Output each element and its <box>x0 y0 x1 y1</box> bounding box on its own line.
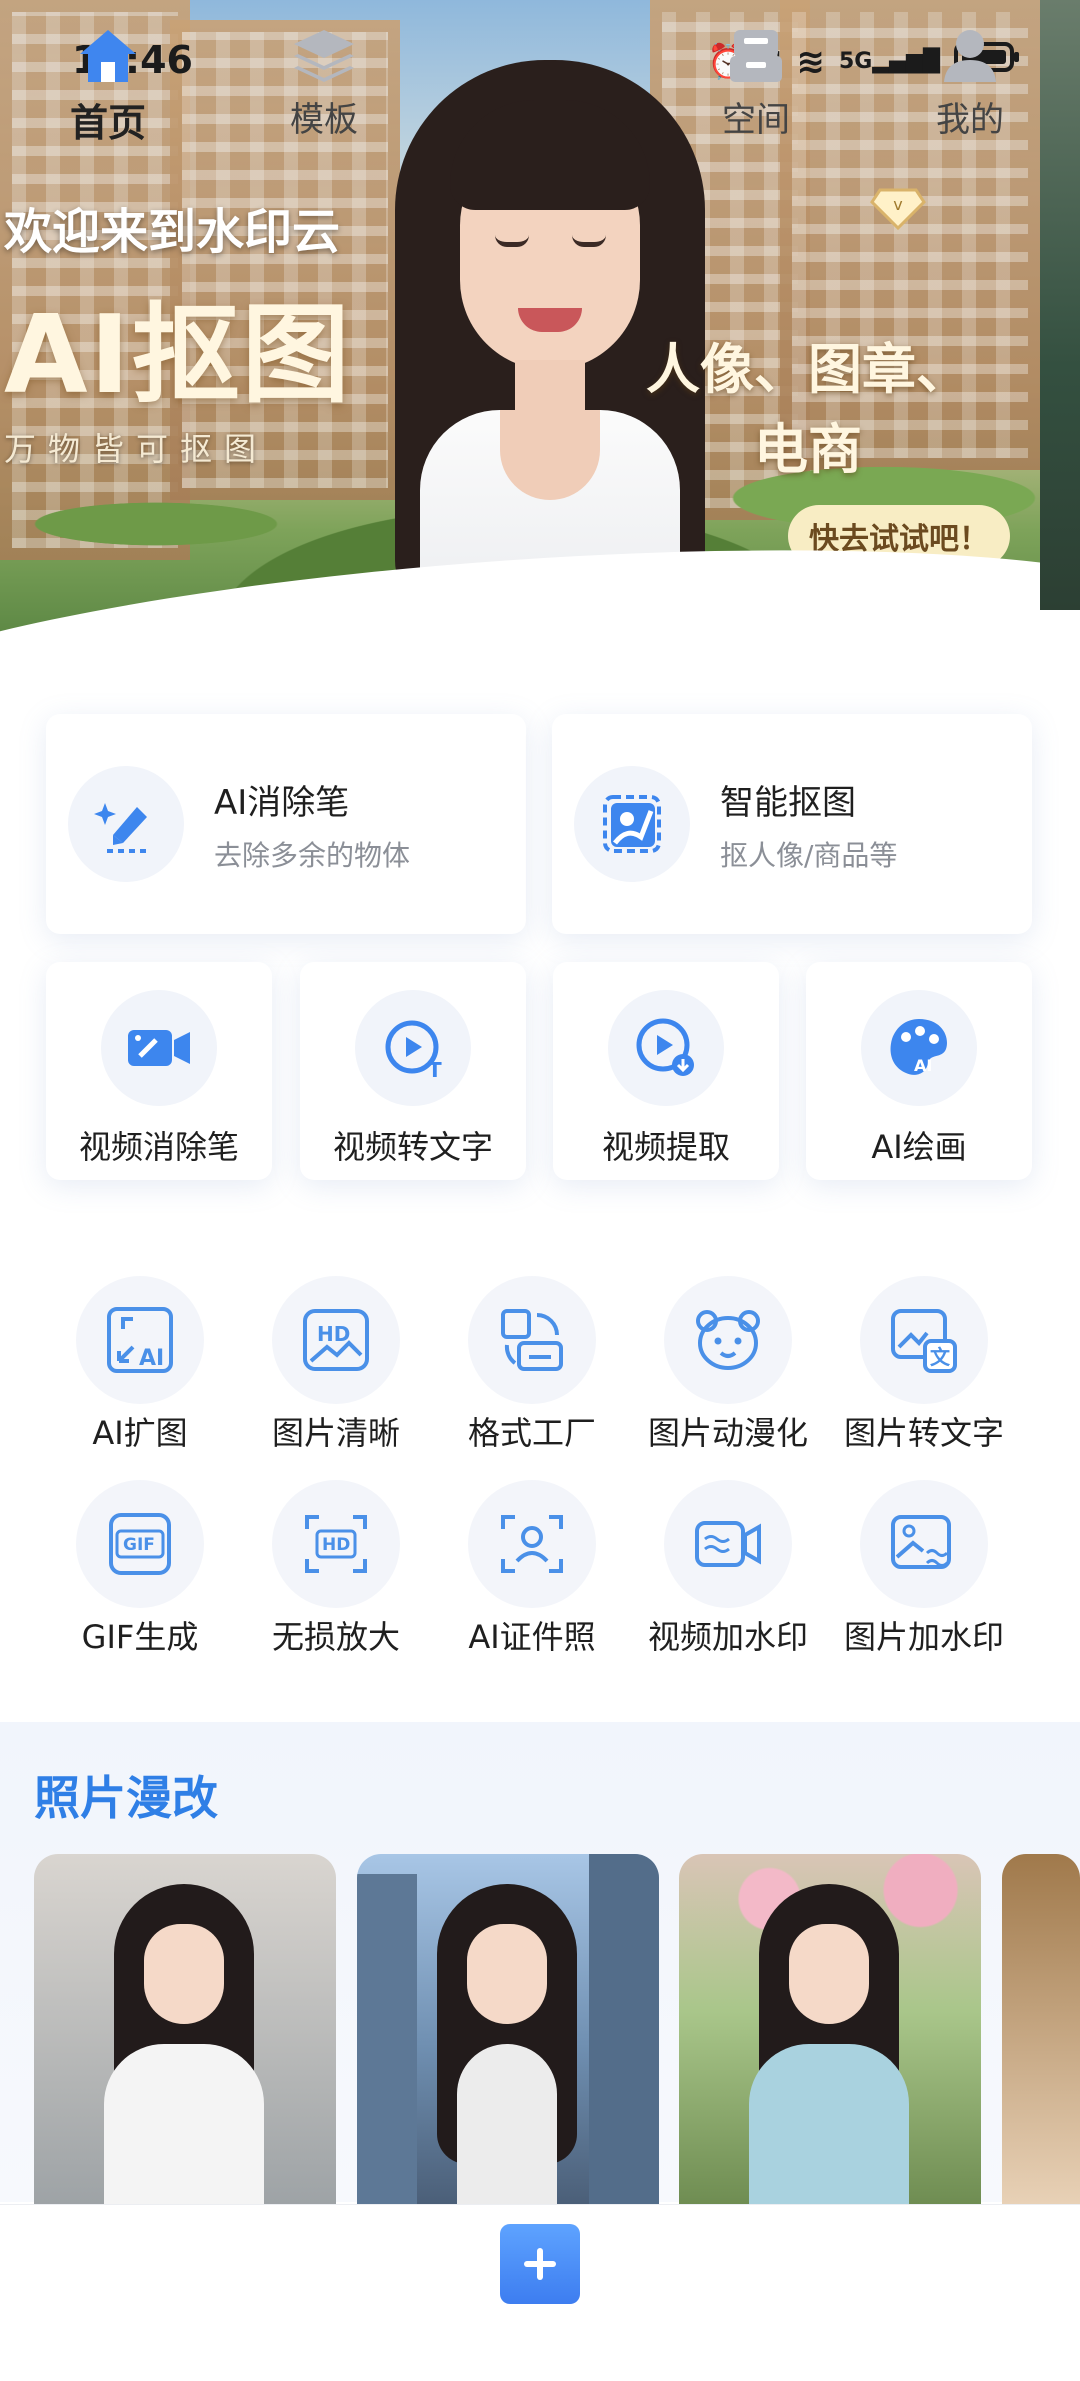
tool-label: 无损放大 <box>271 1618 400 1656</box>
svg-text:HD: HD <box>322 1535 350 1555</box>
id-photo-icon <box>468 1480 596 1608</box>
ai-eraser-desc: 去除多余的物体 <box>214 838 411 872</box>
tool-label: AI证件照 <box>468 1618 596 1656</box>
svg-text:文: 文 <box>930 1345 951 1369</box>
banner-subtitle: 万物皆可抠图 <box>4 430 269 468</box>
image-watermark-icon <box>860 1480 988 1608</box>
create-button[interactable] <box>500 2224 580 2304</box>
section-title: 照片漫改 <box>34 1771 218 1825</box>
next-banner-peek[interactable] <box>1040 0 1080 610</box>
tool-hd-image[interactable]: HD 图片清晰 <box>238 1276 434 1454</box>
nav-profile-label: 我的 <box>936 100 1004 140</box>
tool-anime[interactable]: 图片动漫化 <box>630 1276 826 1454</box>
photo-card-city[interactable] <box>357 1854 659 2204</box>
tool-label: 图片转文字 <box>843 1414 1004 1452</box>
svg-text:AI: AI <box>139 1346 164 1371</box>
banner-tagline: 人像、图章、 电商 <box>646 338 970 481</box>
svg-text:T: T <box>428 1058 442 1082</box>
ai-eraser-card[interactable]: AI消除笔 去除多余的物体 <box>46 714 526 934</box>
smart-cutout-title: 智能抠图 <box>720 782 856 823</box>
svg-text:AI: AI <box>914 1056 932 1075</box>
nav-space-label: 空间 <box>722 100 790 140</box>
tool-format-factory[interactable]: 格式工厂 <box>434 1276 630 1454</box>
video-watermark-icon <box>664 1480 792 1608</box>
banner-title: AI抠图 <box>4 293 352 418</box>
storage-icon <box>730 30 782 82</box>
hd-image-icon: HD <box>272 1276 400 1404</box>
video-to-text-label: 视频转文字 <box>332 1128 493 1166</box>
tool-id-photo[interactable]: AI证件照 <box>434 1480 630 1658</box>
ai-eraser-title: AI消除笔 <box>214 782 350 823</box>
smart-cutout-card[interactable]: 智能抠图 抠人像/商品等 <box>552 714 1032 934</box>
tool-label: GIF生成 <box>81 1618 199 1656</box>
video-extract-label: 视频提取 <box>601 1128 730 1166</box>
gif-icon: GIF <box>76 1480 204 1608</box>
ai-expand-icon: AI <box>76 1276 204 1404</box>
home-screen: 欢迎来到水印云 AI抠图 万物皆可抠图 人像、图章、 电商 快去试试吧！ v 1… <box>0 0 1080 2381</box>
image-to-text-icon: 文 <box>860 1276 988 1404</box>
tool-label: 图片清晰 <box>271 1414 400 1452</box>
tool-video-watermark[interactable]: 视频加水印 <box>630 1480 826 1658</box>
svg-text:HD: HD <box>317 1322 350 1346</box>
photo-card-blossom[interactable] <box>679 1854 981 2204</box>
diamond-icon: v <box>870 188 926 230</box>
nav-profile[interactable]: 我的 <box>900 26 1040 141</box>
video-to-text-card[interactable]: T 视频转文字 <box>300 962 526 1180</box>
smart-cutout-icon <box>574 766 690 882</box>
plus-icon <box>524 2248 556 2280</box>
tool-image-to-text[interactable]: 文 图片转文字 <box>826 1276 1022 1454</box>
anime-bear-icon <box>664 1276 792 1404</box>
tool-hd-upscale[interactable]: HD 无损放大 <box>238 1480 434 1658</box>
tool-gif[interactable]: GIF GIF生成 <box>42 1480 238 1658</box>
tool-label: 视频加水印 <box>647 1618 808 1656</box>
video-to-text-icon: T <box>355 990 471 1106</box>
photo-card-peek[interactable] <box>1002 1854 1080 2204</box>
welcome-text: 欢迎来到水印云 <box>4 204 341 260</box>
hd-upscale-icon: HD <box>272 1480 400 1608</box>
video-eraser-label: 视频消除笔 <box>78 1128 239 1166</box>
ai-painting-label: AI绘画 <box>871 1128 967 1166</box>
tool-label: 图片动漫化 <box>647 1414 808 1452</box>
tool-label: AI扩图 <box>92 1414 188 1452</box>
smart-cutout-desc: 抠人像/商品等 <box>720 838 898 872</box>
tool-ai-expand[interactable]: AI AI扩图 <box>42 1276 238 1454</box>
video-eraser-icon <box>101 990 217 1106</box>
nav-templates[interactable]: 模板 <box>254 26 394 141</box>
layers-icon <box>294 30 354 82</box>
video-extract-card[interactable]: 视频提取 <box>553 962 779 1180</box>
tool-label: 图片加水印 <box>843 1618 1004 1656</box>
photo-card-doctor[interactable] <box>34 1854 336 2204</box>
video-extract-icon <box>608 990 724 1106</box>
nav-home-label: 首页 <box>69 101 146 145</box>
nav-space[interactable]: 空间 <box>686 26 826 141</box>
home-icon <box>80 30 136 82</box>
tool-image-watermark[interactable]: 图片加水印 <box>826 1480 1022 1658</box>
video-eraser-card[interactable]: 视频消除笔 <box>46 962 272 1180</box>
svg-text:v: v <box>893 195 902 214</box>
nav-templates-label: 模板 <box>290 100 358 140</box>
nav-home[interactable]: 首页 <box>38 26 178 147</box>
tool-label: 格式工厂 <box>467 1414 596 1452</box>
svg-text:GIF: GIF <box>123 1535 155 1555</box>
profile-icon <box>944 30 996 82</box>
eraser-pen-icon <box>68 766 184 882</box>
ai-painting-card[interactable]: AI AI绘画 <box>806 962 1032 1180</box>
format-factory-icon <box>468 1276 596 1404</box>
ai-painting-icon: AI <box>861 990 977 1106</box>
